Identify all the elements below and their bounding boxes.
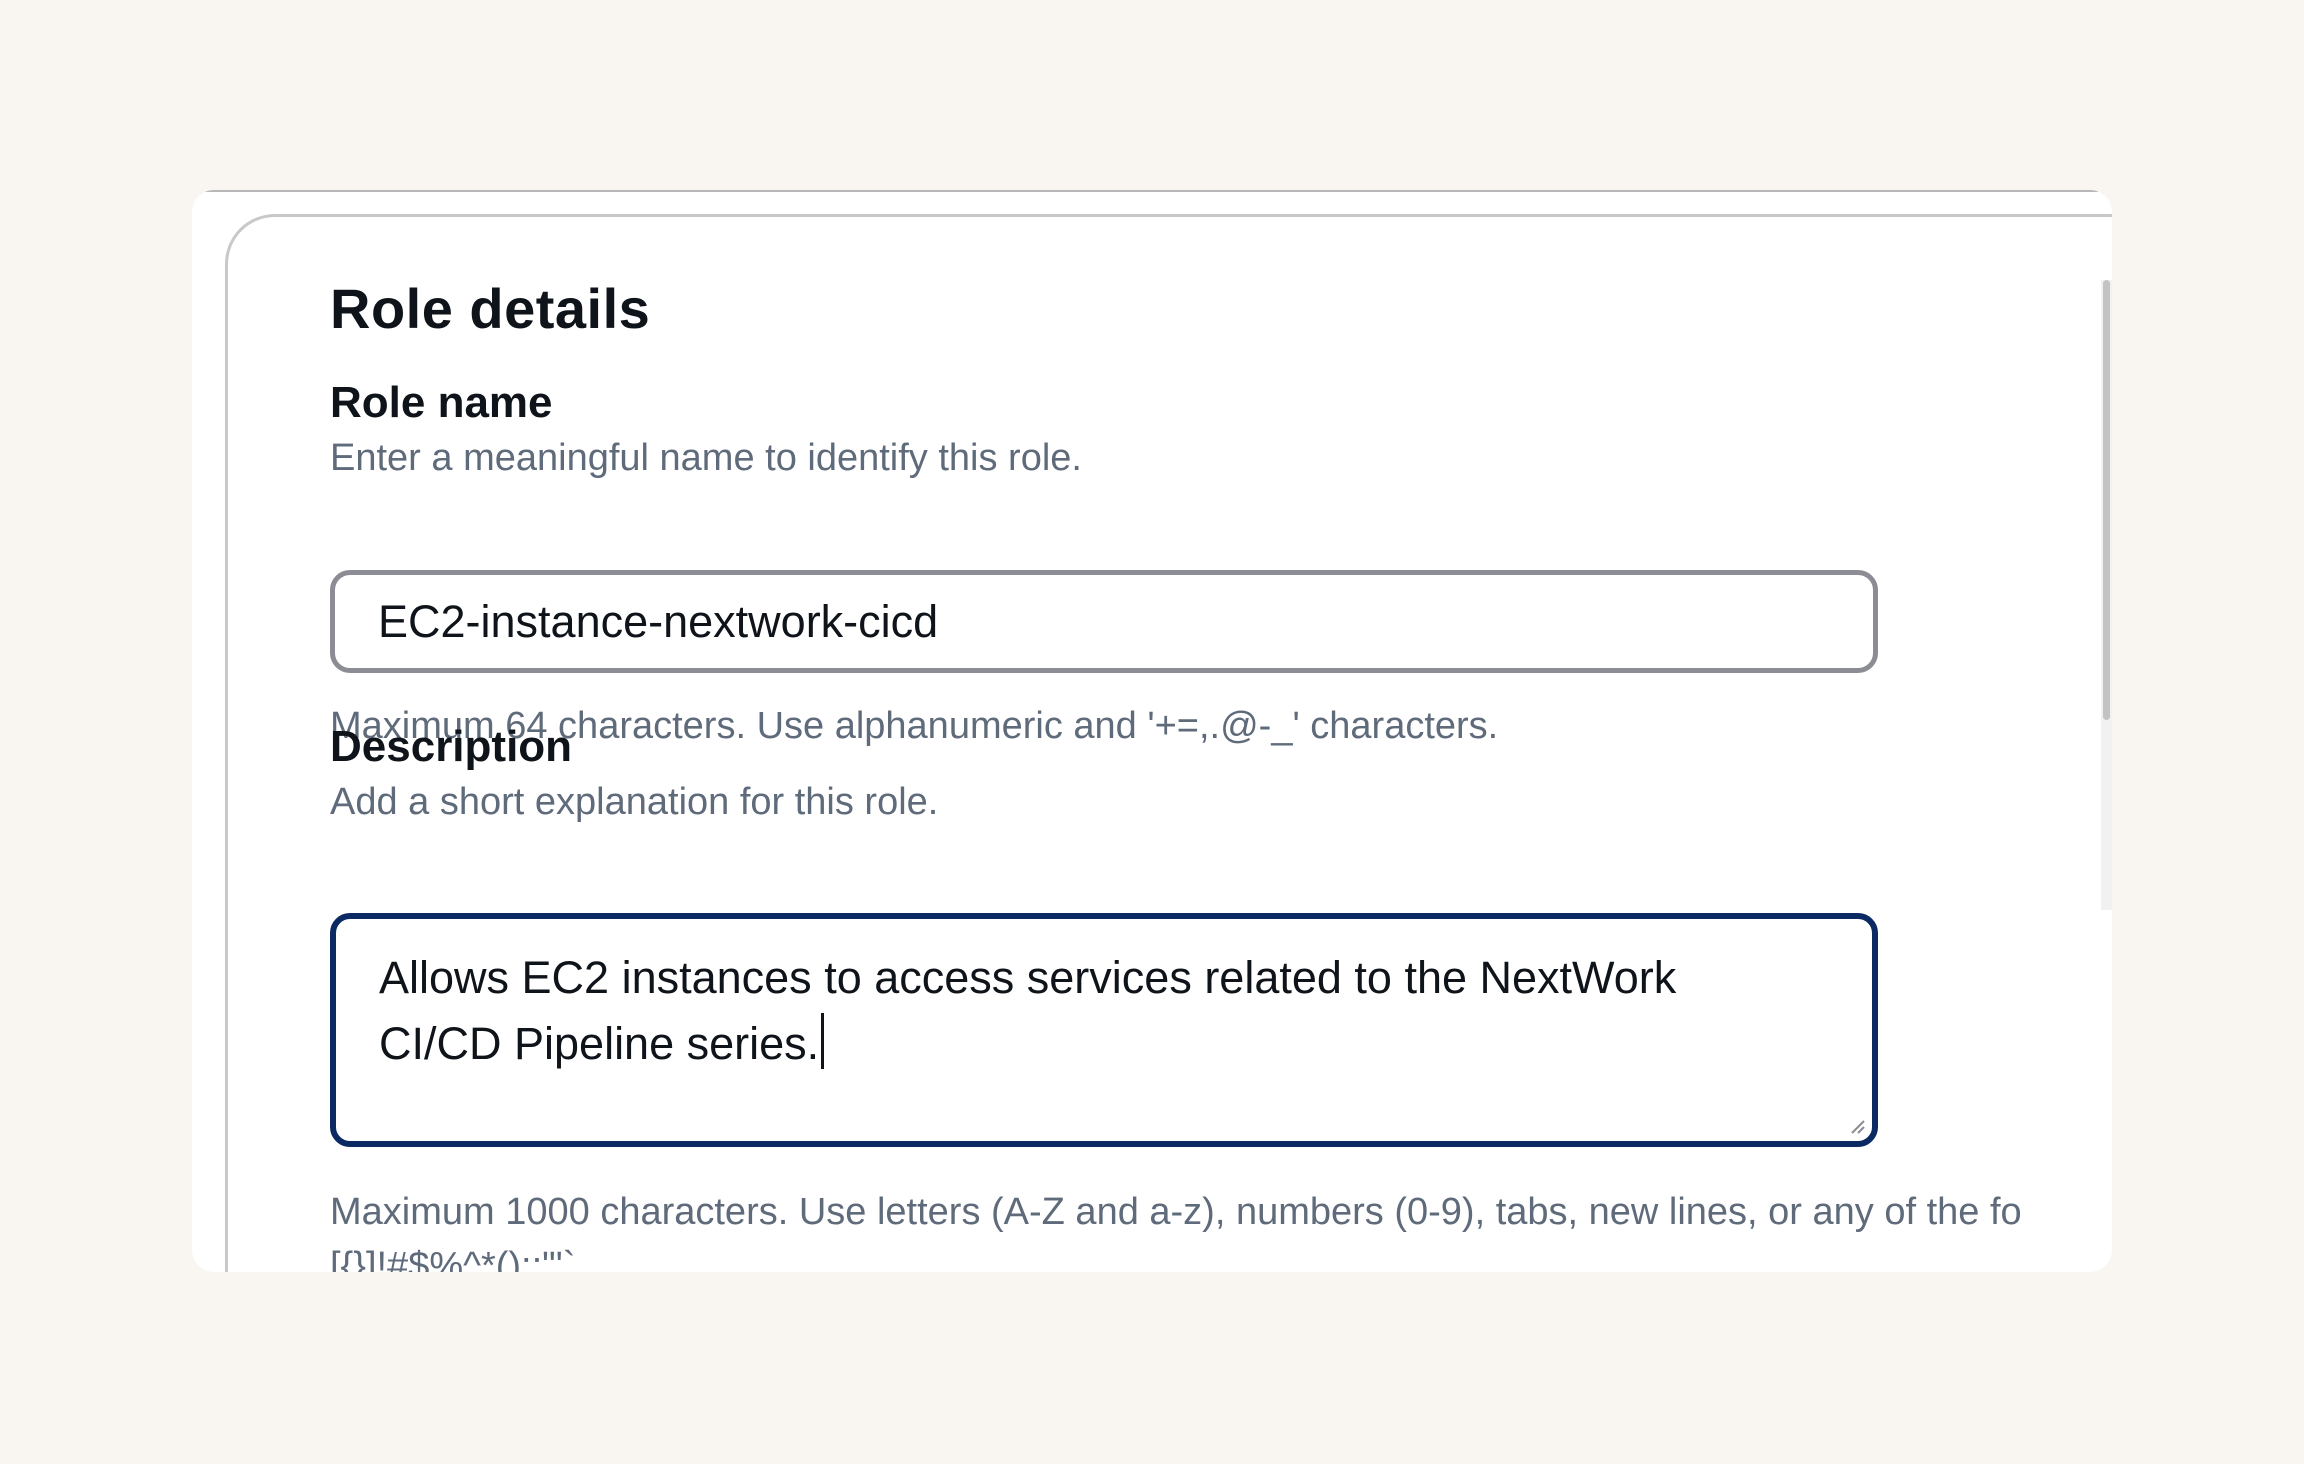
role-name-description: Enter a meaningful name to identify this…: [330, 437, 1082, 479]
description-textarea[interactable]: Allows EC2 instances to access services …: [330, 913, 1878, 1147]
description-value-text: Allows EC2 instances to access services …: [379, 952, 1677, 1069]
description-help-text: Add a short explanation for this role.: [330, 781, 939, 823]
description-constraint-line-2: [{}]!#$%^*():;"'`: [330, 1245, 576, 1272]
window-top-edge: [192, 190, 2098, 192]
role-name-input[interactable]: EC2-instance-nextwork-cicd: [330, 570, 1878, 673]
role-name-value: EC2-instance-nextwork-cicd: [378, 596, 939, 647]
description-value: Allows EC2 instances to access services …: [379, 945, 1779, 1077]
text-cursor: [821, 1013, 825, 1069]
role-details-panel: Role details Role name Enter a meaningfu…: [225, 214, 2112, 1272]
resize-handle-icon[interactable]: [1848, 1117, 1866, 1135]
browser-window: Role details Role name Enter a meaningfu…: [192, 190, 2112, 1272]
role-name-label: Role name: [330, 378, 553, 427]
panel-title: Role details: [330, 277, 651, 340]
description-constraint-line-1: Maximum 1000 characters. Use letters (A-…: [330, 1191, 2022, 1233]
description-label: Description: [330, 722, 573, 771]
